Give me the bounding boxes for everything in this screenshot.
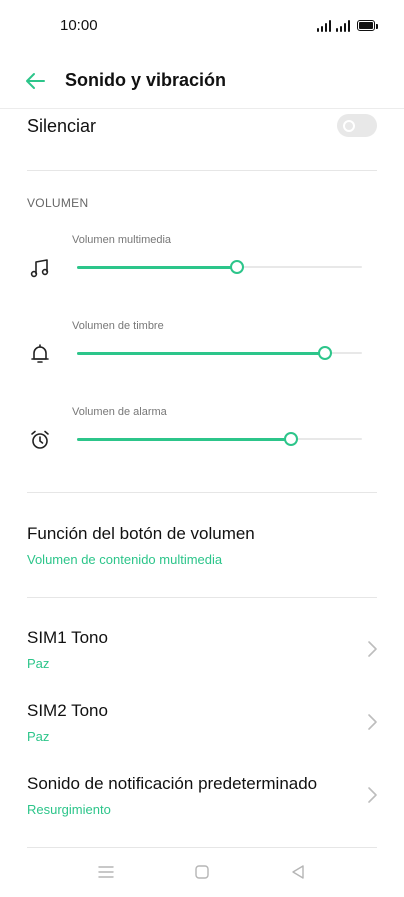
alarm-clock-icon [31, 430, 49, 449]
silenciar-row[interactable]: Silenciar [27, 112, 377, 142]
battery-icon [357, 20, 375, 31]
header-divider [0, 108, 404, 109]
volume-slider-timbre[interactable] [77, 346, 362, 360]
slider-thumb[interactable] [283, 432, 298, 446]
volume-label: Volumen de alarma [72, 406, 167, 418]
page-title: Sonido y vibración [65, 70, 227, 90]
status-bar: 10:00 [0, 0, 404, 50]
chevron-right-icon [368, 714, 377, 730]
item-title: Función del botón de volumen [27, 524, 255, 543]
item-title: SIM1 Tono [27, 628, 108, 647]
status-time: 10:00 [60, 17, 98, 34]
signal-sim1-icon [317, 20, 331, 32]
volume-label: Volumen de timbre [72, 320, 164, 332]
item-title: Sonido de notificación predeterminado [27, 774, 318, 793]
sim2-ringtone-item[interactable]: SIM2 Tono Paz [0, 697, 404, 753]
item-value: Volumen de contenido multimedia [27, 552, 223, 567]
item-value: Resurgimiento [27, 802, 111, 817]
navigation-bar [0, 848, 404, 897]
silenciar-label: Silenciar [27, 116, 97, 136]
battery-tip [376, 24, 378, 29]
chevron-right-icon [368, 787, 377, 803]
chevron-right-icon [368, 641, 377, 657]
silenciar-toggle[interactable] [337, 114, 377, 137]
status-icons [317, 18, 378, 32]
slider-fill [77, 438, 291, 441]
volume-button-function-item[interactable]: Función del botón de volumen Volumen de … [0, 520, 404, 576]
volume-row-multimedia: Volumen multimedia [0, 232, 404, 292]
slider-thumb[interactable] [317, 346, 332, 360]
divider [27, 492, 377, 493]
arrow-left-icon [26, 73, 45, 89]
volume-slider-multimedia[interactable] [77, 260, 362, 274]
music-note-icon [30, 259, 49, 278]
bell-icon [31, 344, 49, 363]
back-button[interactable] [22, 68, 48, 94]
divider [27, 597, 377, 598]
volume-slider-alarma[interactable] [77, 432, 362, 446]
item-value: Paz [27, 729, 50, 744]
toggle-knob [343, 120, 355, 132]
signal-sim2-icon [336, 20, 350, 32]
volume-label: Volumen multimedia [72, 234, 172, 246]
app-header: Sonido y vibración [0, 58, 404, 108]
menu-nav-icon[interactable] [96, 862, 116, 882]
section-title-volumen: VOLUMEN [27, 196, 89, 210]
item-value: Paz [27, 656, 50, 671]
sim1-ringtone-item[interactable]: SIM1 Tono Paz [0, 624, 404, 680]
item-title: SIM2 Tono [27, 701, 108, 720]
slider-thumb[interactable] [229, 260, 244, 274]
home-nav-icon[interactable] [192, 862, 212, 882]
notification-sound-item[interactable]: Sonido de notificación predeterminado Re… [0, 770, 404, 826]
volume-row-timbre: Volumen de timbre [0, 318, 404, 378]
slider-fill [77, 266, 237, 269]
divider [27, 170, 377, 171]
volume-row-alarma: Volumen de alarma [0, 404, 404, 464]
slider-fill [77, 352, 325, 355]
back-nav-icon[interactable] [288, 862, 308, 882]
